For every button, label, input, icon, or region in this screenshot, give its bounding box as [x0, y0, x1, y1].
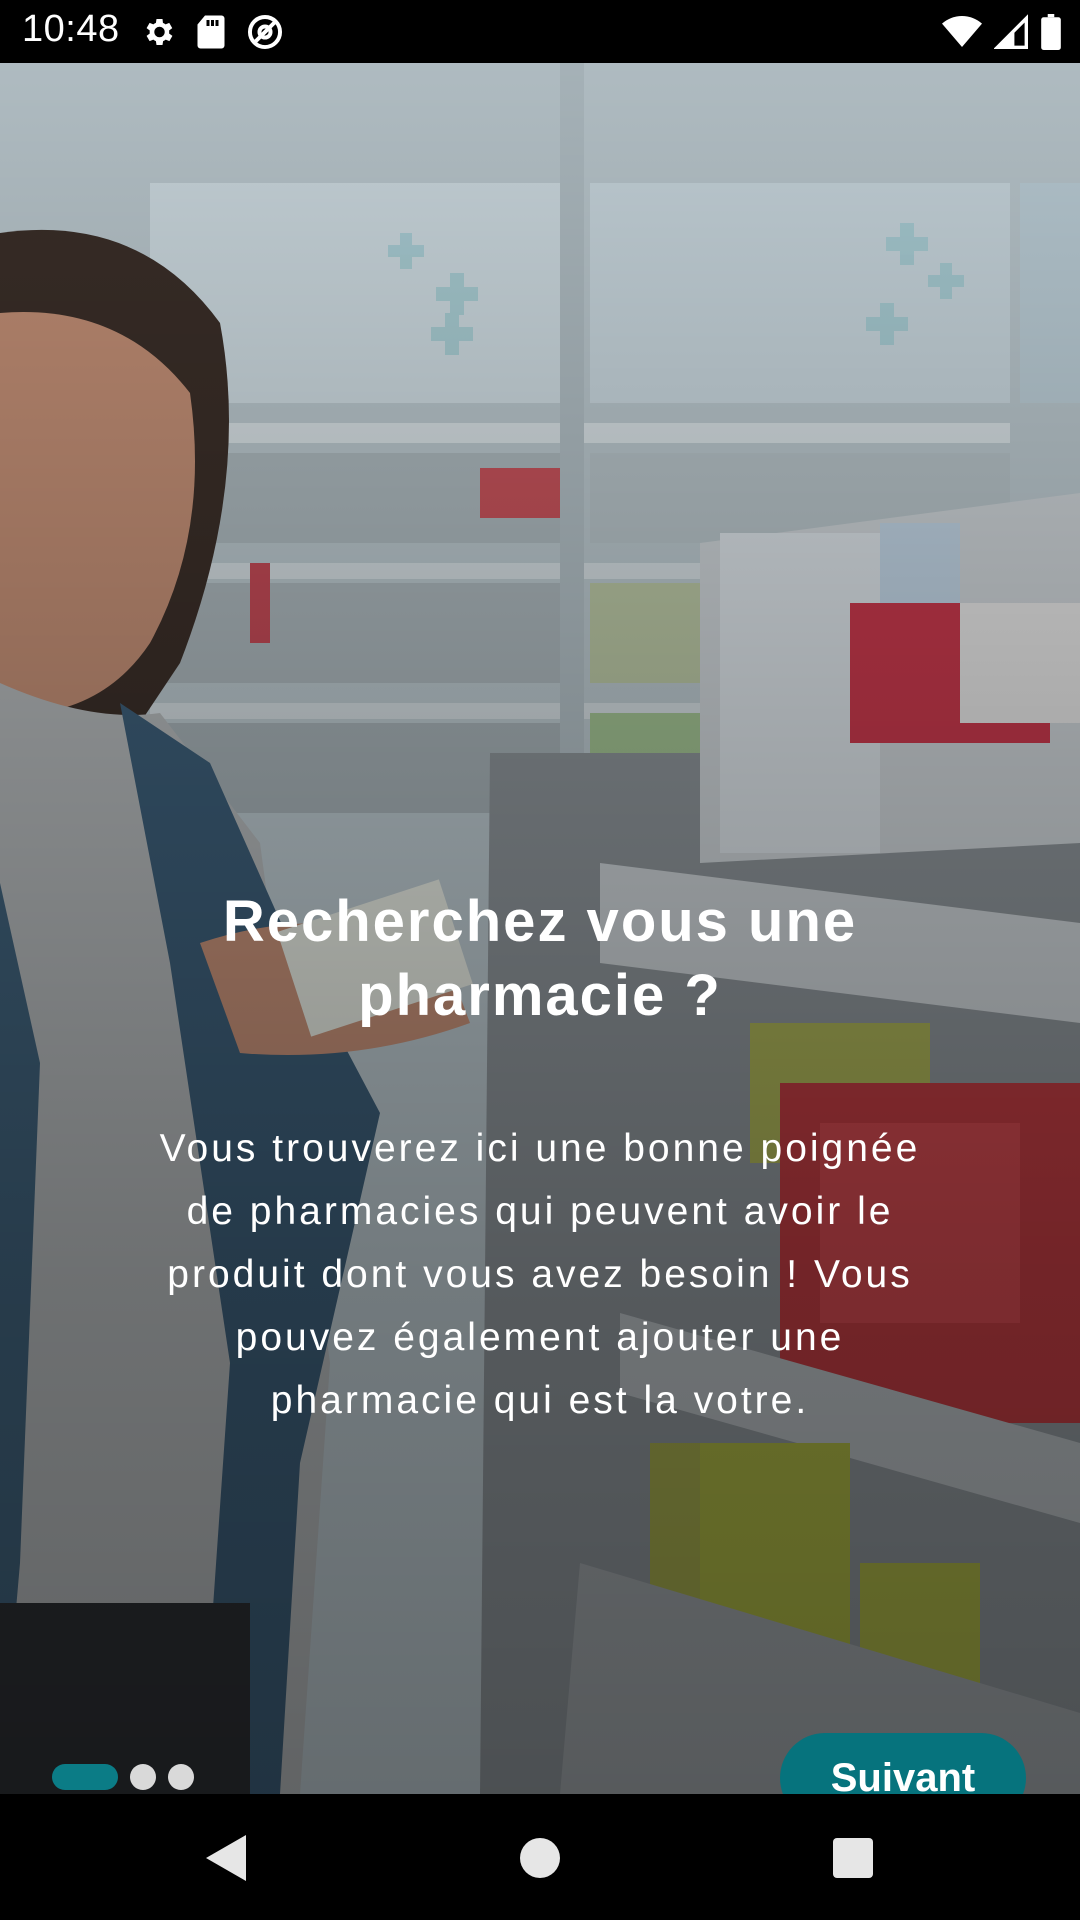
description-line: pouvez également ajouter une — [235, 1316, 845, 1359]
description-line: pharmacie qui est la votre. — [270, 1379, 810, 1422]
onboarding-screen: 10:48 Recherchez vous une pharmacie ? Vo… — [0, 0, 1080, 1920]
home-icon[interactable] — [510, 1828, 570, 1888]
battery-icon — [1040, 14, 1062, 50]
title-line: pharmacie ? — [358, 963, 722, 1028]
description-line: de pharmacies qui peuvent avoir le — [186, 1190, 894, 1233]
vpn-icon — [246, 13, 284, 51]
page-indicator-dot[interactable] — [168, 1764, 194, 1790]
back-icon[interactable] — [195, 1828, 255, 1888]
page-indicator-dot-active[interactable] — [52, 1764, 118, 1790]
page-indicator-dot[interactable] — [130, 1764, 156, 1790]
status-time: 10:48 — [22, 8, 120, 50]
cellular-signal-icon — [994, 14, 1028, 50]
title-line: Recherchez vous une — [222, 889, 858, 954]
wifi-icon — [942, 14, 982, 50]
description-line: produit dont vous avez besoin ! Vous — [167, 1253, 913, 1296]
sd-card-icon — [196, 14, 226, 50]
navigation-bar — [0, 1794, 1080, 1920]
onboarding-hero: Recherchez vous une pharmacie ? Vous tro… — [0, 63, 1080, 1794]
recents-icon[interactable] — [823, 1828, 883, 1888]
status-bar: 10:48 — [0, 0, 1080, 63]
next-button[interactable]: Suivant — [780, 1733, 1026, 1794]
page-indicator — [52, 1763, 194, 1791]
onboarding-description: Vous trouverez ici une bonne poignée de … — [110, 1117, 970, 1432]
onboarding-title: Recherchez vous une pharmacie ? — [140, 885, 940, 1033]
description-line: Vous trouverez ici une bonne poignée — [159, 1127, 921, 1170]
settings-icon — [140, 14, 176, 50]
